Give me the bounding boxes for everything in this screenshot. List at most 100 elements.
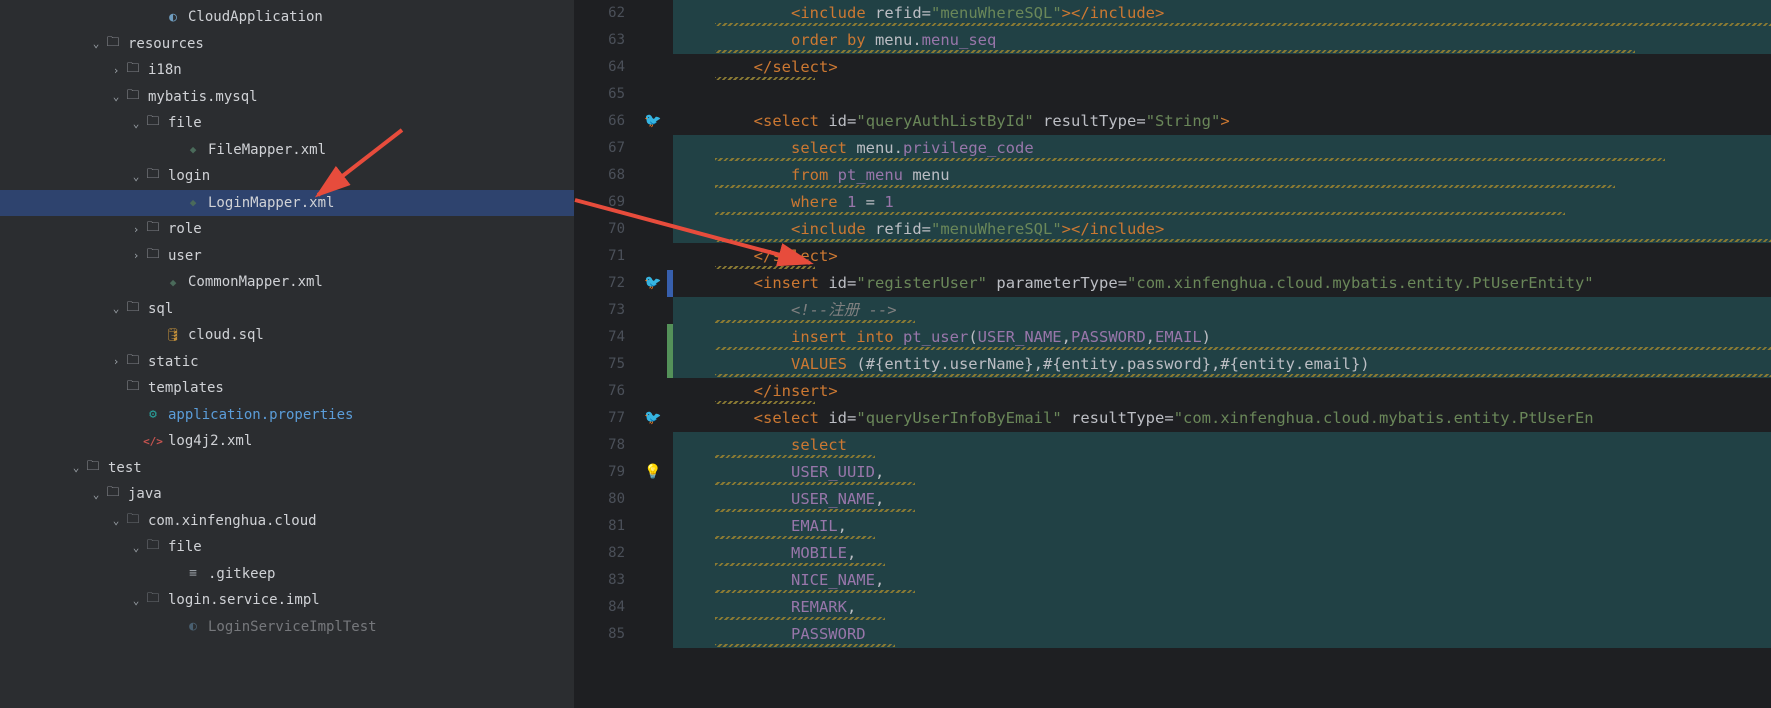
code-token [819,274,828,292]
folder-icon: 🗀 [144,220,162,238]
tree-item-label: login [168,168,210,184]
chevron-right-icon[interactable]: › [108,355,124,368]
code-token [679,220,791,238]
tree-item-login-service-impl[interactable]: ⌄🗀login.service.impl [0,587,574,614]
code-line-76[interactable]: </insert> [673,378,1771,405]
tree-item-user[interactable]: ›🗀user [0,243,574,270]
code-line-64[interactable]: </select> [673,54,1771,81]
folder-icon: 🗀 [124,61,142,79]
tree-item-mybatis-mysql[interactable]: ⌄🗀mybatis.mysql [0,84,574,111]
tree-item-loginserviceimpltest[interactable]: ◐LoginServiceImplTest [0,614,574,641]
chevron-down-icon[interactable]: ⌄ [88,488,104,501]
tree-item-filemapper-xml[interactable]: ◆FileMapper.xml [0,137,574,164]
code-token: < [754,274,763,292]
code-line-85[interactable]: PASSWORD [673,621,1771,648]
code-line-69[interactable]: where 1 = 1 [673,189,1771,216]
code-token [819,112,828,130]
code-line-80[interactable]: USER_NAME, [673,486,1771,513]
warning-squiggle [715,158,1665,161]
tree-item-java[interactable]: ⌄🗀java [0,481,574,508]
tree-item-label: resources [128,36,204,52]
tree-item-file[interactable]: ⌄🗀file [0,534,574,561]
tree-item-role[interactable]: ›🗀role [0,216,574,243]
tree-item-test[interactable]: ⌄🗀test [0,455,574,482]
line-number: 68 [574,162,625,189]
db-nav-icon[interactable]: 🐦 [644,108,661,135]
code-line-75[interactable]: VALUES (#{entity.userName},#{entity.pass… [673,351,1771,378]
db-nav-icon[interactable]: 🐦 [644,270,661,297]
resources-icon: 🗀 [104,35,122,53]
code-line-79[interactable]: USER_UUID, [673,459,1771,486]
code-line-84[interactable]: REMARK, [673,594,1771,621]
code-token: order by [791,31,866,49]
code-token: menu [903,166,950,184]
code-token [819,409,828,427]
tree-item-sql[interactable]: ⌄🗀sql [0,296,574,323]
chevron-right-icon[interactable]: › [108,64,124,77]
tree-item-resources[interactable]: ⌄🗀 resources [0,31,574,58]
code-line-66[interactable]: <select id="queryAuthListById" resultTyp… [673,108,1771,135]
chevron-down-icon[interactable]: ⌄ [108,90,124,103]
code-line-77[interactable]: <select id="queryUserInfoByEmail" result… [673,405,1771,432]
chevron-right-icon[interactable]: › [128,249,144,262]
warning-squiggle [715,347,1771,350]
chevron-down-icon[interactable]: ⌄ [108,302,124,315]
tree-item-templates[interactable]: 🗀templates [0,375,574,402]
code-line-78[interactable]: select [673,432,1771,459]
line-number: 77 [574,405,625,432]
db-nav-icon[interactable]: 🐦 [644,405,661,432]
tree-item-label: log4j2.xml [168,433,252,449]
intention-bulb-icon[interactable]: 💡 [644,459,661,486]
tree-item-loginmapper-xml[interactable]: ◆LoginMapper.xml [0,190,574,217]
code-line-68[interactable]: from pt_menu menu [673,162,1771,189]
chevron-down-icon[interactable]: ⌄ [128,541,144,554]
code-line-72[interactable]: <insert id="registerUser" parameterType=… [673,270,1771,297]
line-number: 78 [574,432,625,459]
chevron-down-icon[interactable]: ⌄ [108,514,124,527]
chevron-down-icon[interactable]: ⌄ [128,170,144,183]
prop-icon: ⚙ [144,406,162,424]
code-token: ></ [1062,220,1090,238]
tree-item-i18n[interactable]: ›🗀i18n [0,57,574,84]
code-token: 1 [847,193,856,211]
tree-item-cloudapplication[interactable]: ◐CloudApplication [0,4,574,31]
tree-item-commonmapper-xml[interactable]: ◆CommonMapper.xml [0,269,574,296]
project-tree[interactable]: ◐CloudApplication⌄🗀resources›🗀i18n⌄🗀myba… [0,0,574,708]
code-line-62[interactable]: <include refid="menuWhereSQL"></include> [673,0,1771,27]
chevron-down-icon[interactable]: ⌄ [128,117,144,130]
code-line-81[interactable]: EMAIL, [673,513,1771,540]
code-token: where [791,193,838,211]
tree-item-log4j2-xml[interactable]: </>log4j2.xml [0,428,574,455]
gutter-annotation [639,540,667,567]
code-line-82[interactable]: MOBILE, [673,540,1771,567]
code-line-65[interactable] [673,81,1771,108]
code-line-63[interactable]: order by menu.menu_seq [673,27,1771,54]
code-token [679,571,791,589]
code-line-83[interactable]: NICE_NAME, [673,567,1771,594]
tree-item-static[interactable]: ›🗀static [0,349,574,376]
chevron-down-icon[interactable]: ⌄ [88,37,104,50]
tree-item-file[interactable]: ⌄🗀file [0,110,574,137]
annotation-gutter: 🐦 🐦 🐦 💡 [639,0,667,708]
folder-icon: 🗀 [144,114,162,132]
tree-item-cloud-sql[interactable]: 🛢cloud.sql [0,322,574,349]
tree-item-application-properties[interactable]: ⚙application.properties [0,402,574,429]
code-line-67[interactable]: select menu.privilege_code [673,135,1771,162]
code-token: pt_user [903,328,968,346]
code-token: = [1118,274,1127,292]
code-editor[interactable]: 6263646566676869707172737475767778798081… [574,0,1771,708]
tree-item-com-xinfenghua-cloud[interactable]: ⌄🗀com.xinfenghua.cloud [0,508,574,535]
code-line-71[interactable]: </select> [673,243,1771,270]
chevron-down-icon[interactable]: ⌄ [68,461,84,474]
code-line-70[interactable]: <include refid="menuWhereSQL"></include> [673,216,1771,243]
chevron-right-icon[interactable]: › [128,223,144,236]
tree-item--gitkeep[interactable]: ≡.gitkeep [0,561,574,588]
code-token: VALUES [791,355,847,373]
code-area[interactable]: <include refid="menuWhereSQL"></include>… [673,0,1771,708]
code-line-74[interactable]: insert into pt_user(USER_NAME,PASSWORD,E… [673,324,1771,351]
chevron-down-icon[interactable]: ⌄ [128,594,144,607]
tree-item-login[interactable]: ⌄🗀login [0,163,574,190]
code-line-73[interactable]: <!--注册 --> [673,297,1771,324]
code-token: < [791,220,800,238]
code-token: #{entity.password} [1043,355,1211,373]
